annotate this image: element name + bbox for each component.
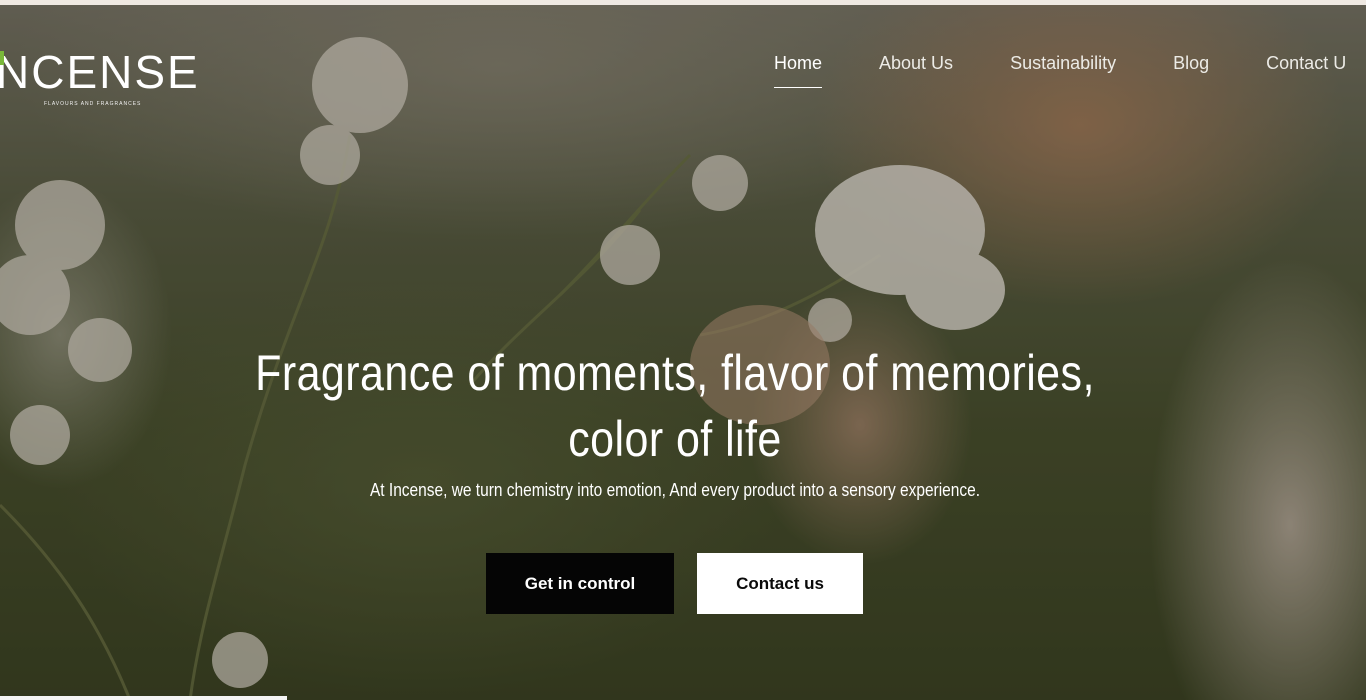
main-navigation: Home About Us Sustainability Blog Contac… [774,53,1366,88]
get-in-control-button[interactable]: Get in control [486,553,674,614]
brand-logo[interactable]: NCENSE FLAVOURS AND FRAGRANCES [0,49,200,107]
hero-title-line-1: Fragrance of moments, flavor of memories… [255,345,1095,401]
hero-subtitle: At Incense, we turn chemistry into emoti… [369,480,981,500]
nav-item-sustainability[interactable]: Sustainability [1010,53,1116,80]
slider-progress-bar [0,696,287,700]
logo-tagline: FLAVOURS AND FRAGRANCES [44,101,142,107]
nav-item-home[interactable]: Home [774,53,823,88]
hero-section: Fragrance of moments, flavor of memories… [0,340,1350,501]
logo-accent-mark [0,51,4,65]
nav-item-about-us[interactable]: About Us [879,53,953,80]
contact-us-button[interactable]: Contact us [697,553,863,614]
hero-title-line-2: color of life [568,411,782,467]
page: NCENSE FLAVOURS AND FRAGRANCES Home Abou… [0,0,1366,700]
hero-title: Fragrance of moments, flavor of memories… [95,340,1256,472]
site-header: NCENSE FLAVOURS AND FRAGRANCES Home Abou… [0,5,1366,115]
logo-wordmark: NCENSE [0,46,200,98]
nav-item-blog[interactable]: Blog [1173,53,1209,80]
nav-item-contact-us[interactable]: Contact U [1266,53,1346,80]
